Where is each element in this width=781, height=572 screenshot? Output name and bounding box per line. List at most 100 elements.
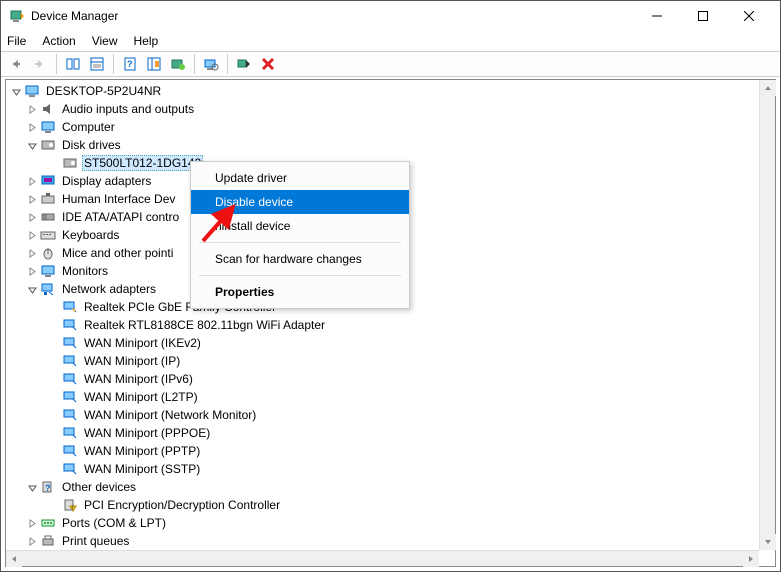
disable-device-button[interactable] (233, 53, 255, 75)
tree-computer[interactable]: Computer (6, 118, 775, 136)
context-menu: Update driver Disable device ninstall de… (190, 161, 410, 309)
tree-label: Audio inputs and outputs (60, 102, 196, 116)
close-button[interactable] (726, 1, 772, 31)
tree-label: WAN Miniport (PPTP) (82, 444, 202, 458)
tree-label: WAN Miniport (PPPOE) (82, 426, 212, 440)
tree-label: Mice and other pointi (60, 246, 175, 260)
device-tree[interactable]: DESKTOP-5P2U4NR Audio inputs and outputs… (5, 79, 776, 567)
ide-icon (40, 209, 56, 225)
ctx-uninstall-device[interactable]: ninstall device (191, 214, 409, 238)
hid-icon (40, 191, 56, 207)
netadapter-icon (62, 443, 78, 459)
tree-other[interactable]: ? Other devices (6, 478, 775, 496)
minimize-button[interactable] (634, 1, 680, 31)
properties-button[interactable] (86, 53, 108, 75)
uninstall-device-button[interactable] (257, 53, 279, 75)
netadapter-icon (62, 425, 78, 441)
expand-icon[interactable] (24, 191, 40, 207)
audio-icon (40, 101, 56, 117)
netadapter-icon (62, 299, 78, 315)
disk-icon (40, 137, 56, 153)
ctx-separator (199, 242, 401, 243)
scroll-right-button[interactable] (743, 551, 759, 567)
tree-label: ST500LT012-1DG142 (82, 155, 203, 171)
tree-label: Disk drives (60, 138, 123, 152)
tree-net-item[interactable]: WAN Miniport (SSTP) (6, 460, 775, 478)
mouse-icon (40, 245, 56, 261)
tree-root[interactable]: DESKTOP-5P2U4NR (6, 82, 775, 100)
collapse-icon[interactable] (24, 137, 40, 153)
keyboard-icon (40, 227, 56, 243)
tree-label: Realtek RTL8188CE 802.11bgn WiFi Adapter (82, 318, 327, 332)
netadapter-icon (62, 353, 78, 369)
expand-icon[interactable] (24, 533, 40, 549)
tree-net-item[interactable]: WAN Miniport (IPv6) (6, 370, 775, 388)
app-icon (9, 8, 25, 24)
tree-label: WAN Miniport (L2TP) (82, 390, 200, 404)
tree-label: Keyboards (60, 228, 121, 242)
show-hide-console-button[interactable] (62, 53, 84, 75)
show-hidden-button[interactable] (143, 53, 165, 75)
collapse-icon[interactable] (24, 479, 40, 495)
tree-label: WAN Miniport (IP) (82, 354, 182, 368)
tree-net-item[interactable]: WAN Miniport (IP) (6, 352, 775, 370)
tree-label: PCI Encryption/Decryption Controller (82, 498, 282, 512)
menu-help[interactable]: Help (134, 34, 159, 48)
netadapter-icon (62, 389, 78, 405)
disk-icon (62, 155, 78, 171)
tree-label: Computer (60, 120, 117, 134)
ctx-separator (199, 275, 401, 276)
menu-action[interactable]: Action (42, 34, 75, 48)
no-expand (46, 155, 62, 171)
tree-net-item[interactable]: WAN Miniport (PPTP) (6, 442, 775, 460)
vertical-scrollbar[interactable] (759, 80, 775, 550)
menu-file[interactable]: File (7, 34, 26, 48)
tree-net-item[interactable]: WAN Miniport (L2TP) (6, 388, 775, 406)
maximize-button[interactable] (680, 1, 726, 31)
tree-label: Human Interface Dev (60, 192, 177, 206)
update-driver-button[interactable] (167, 53, 189, 75)
forward-button[interactable] (29, 53, 51, 75)
tree-label: WAN Miniport (SSTP) (82, 462, 202, 476)
tree-disk-drives[interactable]: Disk drives (6, 136, 775, 154)
tree-audio[interactable]: Audio inputs and outputs (6, 100, 775, 118)
expand-icon[interactable] (8, 83, 24, 99)
tree-label: Monitors (60, 264, 110, 278)
monitor-icon (40, 263, 56, 279)
netadapter-icon (62, 461, 78, 477)
tree-other-item[interactable]: ! PCI Encryption/Decryption Controller (6, 496, 775, 514)
warning-icon: ! (62, 497, 78, 513)
svg-text:?: ? (127, 59, 133, 69)
ctx-disable-device[interactable]: Disable device (191, 190, 409, 214)
tree-net-item[interactable]: WAN Miniport (Network Monitor) (6, 406, 775, 424)
menu-view[interactable]: View (92, 34, 118, 48)
expand-icon[interactable] (24, 263, 40, 279)
collapse-icon[interactable] (24, 281, 40, 297)
other-icon: ? (40, 479, 56, 495)
tree-net-item[interactable]: WAN Miniport (IKEv2) (6, 334, 775, 352)
tree-label: Ports (COM & LPT) (60, 516, 168, 530)
tree-ports[interactable]: Ports (COM & LPT) (6, 514, 775, 532)
ctx-scan-hardware[interactable]: Scan for hardware changes (191, 247, 409, 271)
tree-label: Network adapters (60, 282, 158, 296)
expand-icon[interactable] (24, 173, 40, 189)
help-button[interactable]: ? (119, 53, 141, 75)
expand-icon[interactable] (24, 227, 40, 243)
ctx-properties[interactable]: Properties (191, 280, 409, 304)
horizontal-scrollbar[interactable] (6, 550, 759, 566)
scroll-left-button[interactable] (6, 551, 22, 567)
expand-icon[interactable] (24, 101, 40, 117)
ctx-update-driver[interactable]: Update driver (191, 166, 409, 190)
expand-icon[interactable] (24, 119, 40, 135)
scroll-up-button[interactable] (760, 80, 776, 96)
expand-icon[interactable] (24, 515, 40, 531)
ports-icon (40, 515, 56, 531)
back-button[interactable] (5, 53, 27, 75)
scan-hardware-button[interactable] (200, 53, 222, 75)
expand-icon[interactable] (24, 209, 40, 225)
expand-icon[interactable] (24, 245, 40, 261)
scroll-down-button[interactable] (760, 534, 776, 550)
tree-net-item[interactable]: WAN Miniport (PPPOE) (6, 424, 775, 442)
tree-net-item[interactable]: Realtek RTL8188CE 802.11bgn WiFi Adapter (6, 316, 775, 334)
tree-printq[interactable]: Print queues (6, 532, 775, 550)
